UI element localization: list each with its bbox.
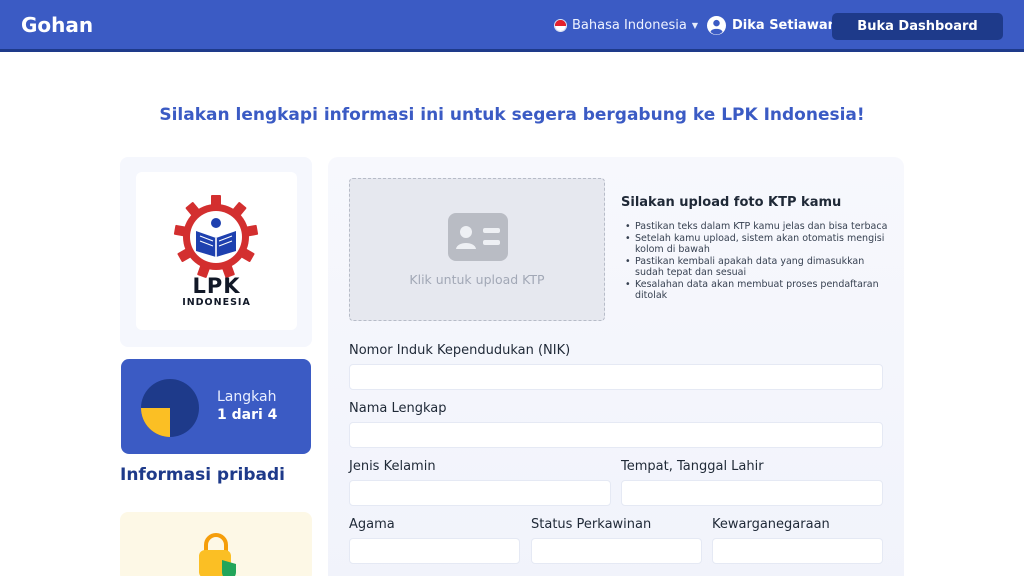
- step-count: 1 dari 4: [217, 407, 278, 423]
- gender-label: Jenis Kelamin: [349, 459, 436, 474]
- ktp-upload-area[interactable]: Klik untuk upload KTP: [349, 178, 605, 321]
- upload-tip: Pastikan kembali apakah data yang dimasu…: [625, 256, 893, 279]
- page-headline: Silakan lengkapi informasi ini untuk seg…: [159, 105, 865, 125]
- chevron-down-icon: ▼: [691, 21, 698, 30]
- religion-input[interactable]: [349, 538, 520, 564]
- user-name: Dika Setiawan: [732, 18, 837, 33]
- id-card-icon: [448, 213, 508, 261]
- full-name-input[interactable]: [349, 422, 883, 448]
- step-progress-pie: [141, 379, 199, 437]
- upload-title: Silakan upload foto KTP kamu: [621, 195, 842, 210]
- citizenship-label: Kewarganegaraan: [712, 517, 830, 532]
- upload-prompt: Klik untuk upload KTP: [409, 272, 545, 287]
- religion-label: Agama: [349, 517, 395, 532]
- nik-input[interactable]: [349, 364, 883, 390]
- gender-input[interactable]: [349, 480, 611, 506]
- upload-tip: Setelah kamu upload, sistem akan otomati…: [625, 233, 893, 256]
- full-name-label: Nama Lengkap: [349, 401, 447, 416]
- indonesia-flag-icon: [554, 19, 567, 32]
- top-navbar: Gohan Bahasa Indonesia ▼ Dika Setiawan B…: [0, 0, 1024, 52]
- marital-status-input[interactable]: [531, 538, 702, 564]
- security-card: [120, 512, 312, 576]
- nik-label: Nomor Induk Kependudukan (NIK): [349, 343, 571, 358]
- open-dashboard-button[interactable]: Buka Dashboard: [832, 13, 1003, 40]
- brand-logo[interactable]: Gohan: [21, 13, 93, 37]
- step-progress-slice: [141, 408, 170, 437]
- lock-shield-icon: [199, 533, 236, 576]
- language-selector[interactable]: Bahasa Indonesia ▼: [554, 18, 698, 33]
- citizenship-input[interactable]: [712, 538, 883, 564]
- marital-status-label: Status Perkawinan: [531, 517, 652, 532]
- lpk-logo: LPK INDONESIA: [136, 172, 297, 330]
- user-menu[interactable]: Dika Setiawan: [707, 16, 837, 35]
- birth-place-date-input[interactable]: [621, 480, 883, 506]
- user-circle-icon: [707, 16, 726, 35]
- birth-place-date-label: Tempat, Tanggal Lahir: [621, 459, 764, 474]
- logo-text: LPK: [192, 274, 241, 298]
- upload-tip: Pastikan teks dalam KTP kamu jelas dan b…: [625, 221, 893, 233]
- upload-tips-list: Pastikan teks dalam KTP kamu jelas dan b…: [625, 221, 893, 302]
- step-label: Langkah: [217, 389, 277, 405]
- language-label: Bahasa Indonesia: [572, 18, 687, 33]
- upload-tip: Kesalahan data akan membuat proses penda…: [625, 279, 893, 302]
- section-title: Informasi pribadi: [120, 465, 285, 485]
- step-progress-card: Langkah 1 dari 4: [121, 359, 311, 454]
- logo-subtext: INDONESIA: [182, 297, 251, 308]
